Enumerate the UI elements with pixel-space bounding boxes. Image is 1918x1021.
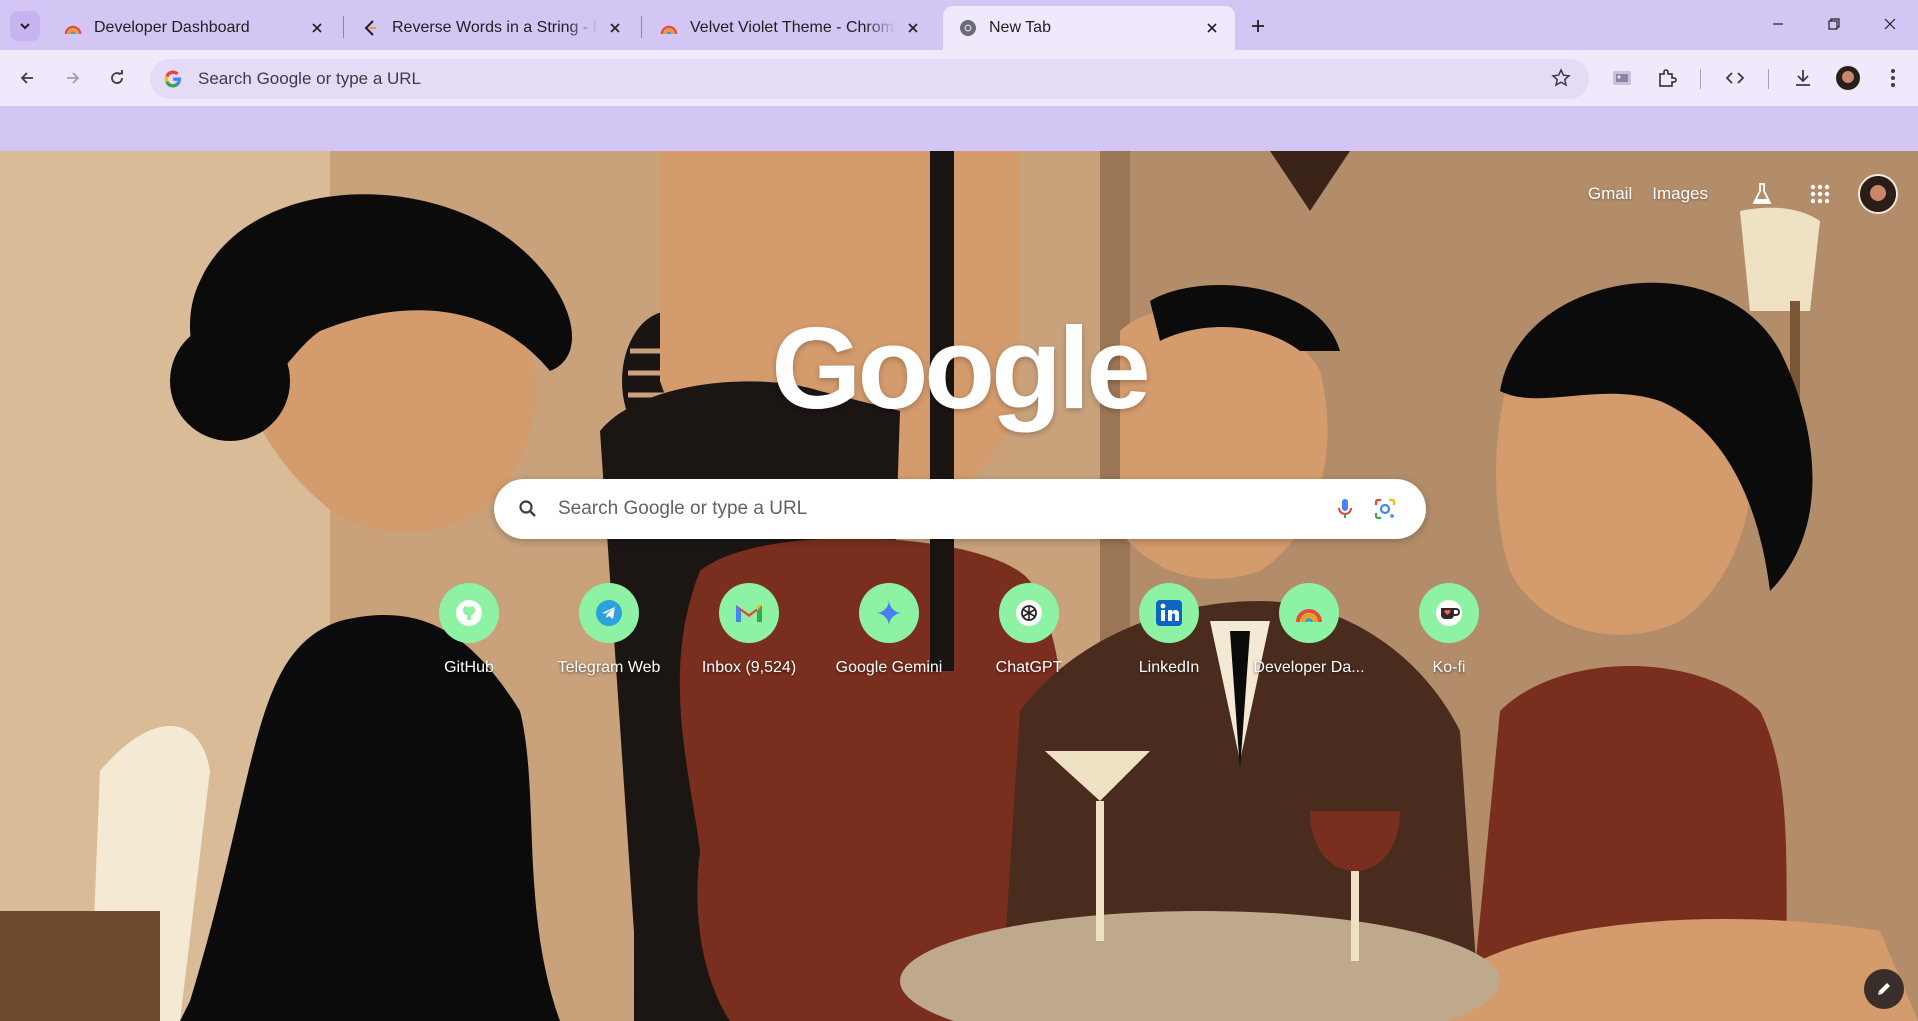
shortcut-tile (439, 583, 499, 643)
rainbow-icon (64, 19, 82, 37)
customize-chrome-button[interactable] (1864, 969, 1904, 1009)
toolbar-divider (1768, 69, 1769, 89)
github-icon (456, 600, 482, 626)
gmail-link[interactable]: Gmail (1588, 184, 1632, 204)
profile-avatar[interactable] (1833, 63, 1863, 93)
ntp-header-links: Gmail Images (1588, 173, 1918, 215)
shortcut-label: Google Gemini (835, 659, 943, 676)
shortcut-ko-fi[interactable]: Ko-fi (1389, 579, 1509, 699)
shortcut-tile (1279, 583, 1339, 643)
rainbow-icon (1296, 609, 1322, 623)
shortcut-label: Developer Da... (1253, 659, 1365, 676)
bookmark-star-icon[interactable] (1551, 68, 1571, 93)
shortcut-label: Ko-fi (1432, 659, 1466, 676)
shortcut-google-gemini[interactable]: Google Gemini (829, 579, 949, 699)
shortcut-chatgpt[interactable]: ChatGPT (969, 579, 1089, 699)
shortcut-label: GitHub (444, 659, 494, 676)
toolbar: Search Google or type a URL (0, 50, 1918, 106)
minimize-icon (1773, 23, 1783, 25)
tab-divider (641, 16, 642, 38)
tab-new-tab[interactable]: New Tab (943, 6, 1235, 50)
new-tab-button[interactable] (1243, 11, 1273, 41)
chevron-down-icon (20, 23, 30, 30)
new-tab-page: Gmail Images Google Search Google or typ… (0, 151, 1918, 1021)
close-icon[interactable] (1201, 17, 1223, 39)
google-apps-grid-icon[interactable] (1800, 174, 1840, 214)
shortcut-tile (579, 583, 639, 643)
shortcut-linkedin[interactable]: LinkedIn (1109, 579, 1229, 699)
shortcut-tile (1139, 583, 1199, 643)
minimize-button[interactable] (1750, 0, 1806, 48)
google-lens-icon[interactable] (1370, 494, 1400, 524)
browser-frame: Developer Dashboard Reverse Words in a S… (0, 0, 1918, 151)
arrow-left-icon (20, 72, 33, 84)
tab-strip: Developer Dashboard Reverse Words in a S… (0, 0, 1918, 50)
tab-search-button[interactable] (10, 11, 40, 41)
leetcode-icon (362, 19, 380, 37)
shortcut-label: ChatGPT (995, 659, 1063, 676)
menu-kebab-icon[interactable] (1878, 63, 1908, 93)
close-icon (1884, 18, 1896, 30)
pencil-icon (1878, 983, 1890, 995)
shortcut-tile (859, 583, 919, 643)
tab-leetcode[interactable]: Reverse Words in a String - LeetCode (346, 6, 638, 50)
shortcut-label: Inbox (9,524) (701, 659, 797, 676)
address-bar-placeholder: Search Google or type a URL (198, 69, 422, 88)
account-avatar[interactable] (1858, 174, 1898, 214)
gemini-icon (876, 600, 902, 626)
tab-title: Reverse Words in a String - LeetCode (392, 19, 598, 36)
back-button[interactable] (10, 61, 44, 95)
shortcut-label: Telegram Web (557, 659, 661, 676)
tab-developer-dashboard[interactable]: Developer Dashboard (48, 6, 340, 50)
reload-icon (111, 70, 123, 84)
voice-search-mic-icon[interactable] (1330, 494, 1360, 524)
google-logo: Google (771, 303, 1151, 433)
shortcut-developer-dashboard[interactable]: Developer Da... (1249, 579, 1369, 699)
images-link[interactable]: Images (1652, 184, 1708, 204)
close-icon[interactable] (306, 17, 328, 39)
rainbow-icon (660, 19, 678, 37)
bookmarks-bar (0, 106, 1918, 151)
tab-title: Developer Dashboard (94, 19, 250, 36)
restore-button[interactable] (1806, 0, 1862, 48)
shortcut-tile (719, 583, 779, 643)
close-icon[interactable] (902, 17, 924, 39)
reload-button[interactable] (100, 61, 134, 95)
shortcut-github[interactable]: GitHub (409, 579, 529, 699)
extension-image-icon[interactable] (1607, 63, 1637, 93)
linkedin-icon (1156, 600, 1182, 626)
code-icon[interactable] (1720, 63, 1750, 93)
shortcut-tile (1419, 583, 1479, 643)
chrome-icon (959, 19, 977, 37)
telegram-icon (596, 600, 622, 626)
tab-title: New Tab (989, 19, 1051, 36)
chatgpt-icon (1016, 600, 1042, 626)
ntp-search-box[interactable]: Search Google or type a URL (494, 479, 1426, 539)
close-icon[interactable] (604, 17, 626, 39)
shortcuts-grid: GitHub Telegram Web Inbox (9,524) Google… (0, 579, 1918, 699)
labs-flask-icon[interactable] (1742, 174, 1782, 214)
plus-icon (1252, 20, 1264, 32)
extensions-puzzle-icon[interactable] (1652, 63, 1682, 93)
forward-button[interactable] (56, 61, 90, 95)
arrow-right-icon (67, 72, 80, 84)
toolbar-divider (1700, 69, 1701, 89)
window-close-button[interactable] (1862, 0, 1918, 48)
kofi-icon (1436, 600, 1462, 626)
gmail-icon (736, 605, 762, 622)
shortcut-gmail-inbox[interactable]: Inbox (9,524) (689, 579, 809, 699)
search-placeholder: Search Google or type a URL (558, 498, 808, 519)
search-icon (516, 497, 540, 521)
google-g-icon (162, 68, 184, 90)
shortcut-telegram[interactable]: Telegram Web (549, 579, 669, 699)
address-bar[interactable]: Search Google or type a URL (150, 59, 1589, 99)
tab-divider (343, 16, 344, 38)
shortcut-label: LinkedIn (1138, 659, 1200, 676)
download-icon[interactable] (1788, 63, 1818, 93)
restore-icon (1828, 18, 1840, 30)
tab-title: Velvet Violet Theme - Chrome Web Store (690, 19, 896, 36)
tab-velvet-violet-theme[interactable]: Velvet Violet Theme - Chrome Web Store (644, 6, 936, 50)
shortcut-tile (999, 583, 1059, 643)
